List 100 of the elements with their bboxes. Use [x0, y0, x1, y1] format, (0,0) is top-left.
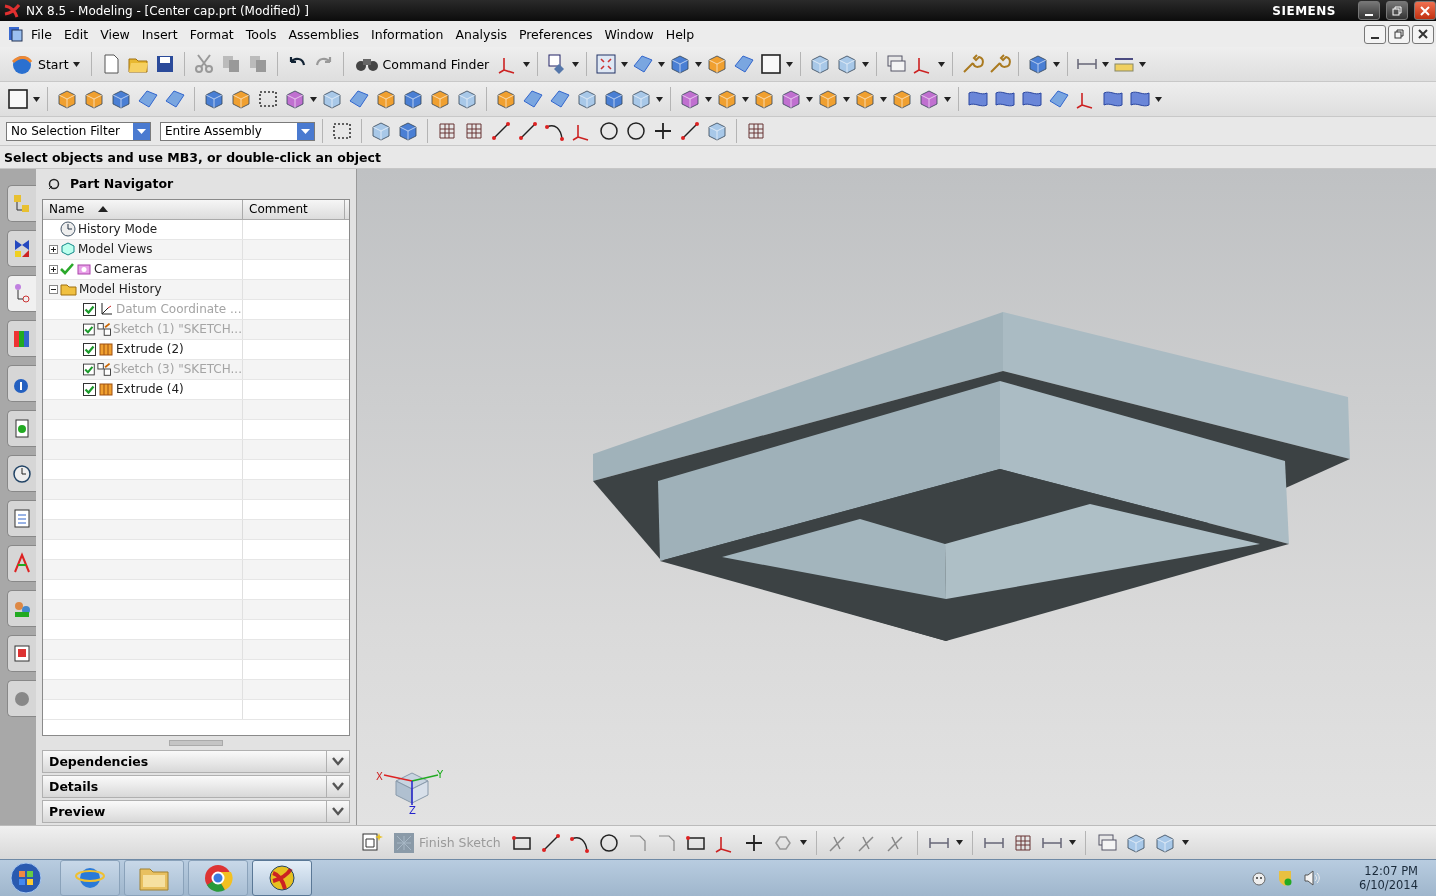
- extrude-icon: [98, 341, 114, 358]
- checkbox[interactable]: [83, 382, 96, 396]
- scope-dropdown[interactable]: Entire Assembly: [160, 121, 315, 141]
- caret-icon[interactable]: [572, 61, 580, 67]
- taskbar-app[interactable]: [188, 860, 248, 896]
- caret-icon[interactable]: [742, 96, 749, 102]
- menu-item[interactable]: Help: [660, 24, 700, 44]
- caret-icon[interactable]: [1068, 840, 1076, 845]
- circle-icon[interactable]: [624, 119, 648, 143]
- collapsible-section[interactable]: Dependencies: [42, 750, 350, 774]
- clock[interactable]: 12:07 PM 6/10/2014: [1359, 864, 1418, 892]
- caret-icon[interactable]: [656, 96, 663, 102]
- square-icon[interactable]: [6, 87, 30, 111]
- line-icon[interactable]: [489, 119, 513, 143]
- caret-icon[interactable]: [786, 61, 794, 67]
- chevron-down-icon[interactable]: [332, 807, 344, 817]
- menu-item[interactable]: Format: [184, 24, 239, 44]
- caret-icon[interactable]: [1139, 61, 1147, 67]
- resource-tab[interactable]: [7, 230, 36, 267]
- restore-button[interactable]: [1386, 1, 1408, 20]
- resource-tab[interactable]: [7, 455, 36, 492]
- resource-tab[interactable]: [7, 635, 36, 672]
- line-icon[interactable]: [516, 119, 540, 143]
- column-header[interactable]: Name: [43, 199, 243, 219]
- tree-item[interactable]: Model History: [79, 282, 162, 297]
- menu-item[interactable]: Tools: [240, 24, 282, 44]
- column-header[interactable]: Comment: [243, 199, 345, 219]
- caret-icon[interactable]: [843, 96, 850, 102]
- expand-icon[interactable]: [49, 264, 58, 274]
- caret-icon[interactable]: [955, 840, 963, 845]
- collapse-icon[interactable]: [49, 284, 58, 294]
- collapsible-section[interactable]: Details: [42, 775, 350, 799]
- caret-icon[interactable]: [310, 96, 317, 102]
- caret-icon[interactable]: [658, 61, 666, 67]
- caret-icon[interactable]: [33, 96, 40, 102]
- resource-tab[interactable]: [7, 320, 36, 357]
- check-icon[interactable]: [60, 263, 74, 276]
- caret-icon[interactable]: [862, 61, 870, 67]
- caret-icon[interactable]: [944, 96, 951, 102]
- tab-icon: [12, 416, 32, 441]
- chevron-down-icon[interactable]: [332, 757, 344, 767]
- collapsible-section[interactable]: Preview: [42, 800, 350, 823]
- tree-item[interactable]: History Mode: [78, 222, 158, 237]
- caret-icon[interactable]: [695, 61, 703, 67]
- robot-icon[interactable]: [1251, 870, 1268, 886]
- splitter-handle[interactable]: [169, 740, 223, 747]
- chevron-down-icon[interactable]: [332, 782, 344, 792]
- caret-icon[interactable]: [1102, 61, 1110, 67]
- caret-icon[interactable]: [806, 96, 813, 102]
- nx-logo-icon: [267, 863, 297, 893]
- tree-item[interactable]: Model Views: [78, 242, 153, 257]
- caret-icon[interactable]: [523, 61, 531, 67]
- command-finder-button[interactable]: Command Finder: [350, 50, 494, 78]
- selection-filter-dropdown[interactable]: No Selection Filter: [6, 121, 151, 141]
- caret-icon[interactable]: [1181, 840, 1189, 845]
- taskbar-app[interactable]: [60, 860, 120, 896]
- square-icon[interactable]: [759, 52, 784, 76]
- close-icon: [1420, 5, 1430, 16]
- restore-button[interactable]: [1388, 24, 1410, 44]
- caret-icon[interactable]: [1155, 96, 1162, 102]
- close-button[interactable]: [1414, 1, 1436, 20]
- caret-icon[interactable]: [880, 96, 887, 102]
- caret-icon[interactable]: [938, 61, 946, 67]
- menu-item[interactable]: Edit: [58, 24, 94, 44]
- taskbar-app[interactable]: [252, 860, 312, 896]
- document-icon[interactable]: [6, 25, 24, 43]
- speaker-icon[interactable]: [1303, 870, 1322, 886]
- tree-item[interactable]: Extrude (4): [116, 382, 184, 397]
- circle-icon[interactable]: [597, 119, 621, 143]
- start-button[interactable]: Start: [6, 50, 84, 78]
- cube-outline-icon: [60, 241, 76, 258]
- caret-icon[interactable]: [621, 61, 629, 67]
- menu-item[interactable]: Insert: [136, 24, 183, 44]
- menu-item[interactable]: Assemblies: [283, 24, 365, 44]
- caret-icon[interactable]: [72, 61, 80, 67]
- minimize-button[interactable]: [1358, 1, 1380, 20]
- menu-item[interactable]: File: [26, 24, 57, 44]
- menu-item[interactable]: Preferences: [513, 24, 598, 44]
- expand-icon[interactable]: [49, 244, 58, 254]
- brand-name: SIEMENS: [1272, 3, 1336, 18]
- menu-item[interactable]: Window: [599, 24, 659, 44]
- resource-tab[interactable]: [7, 410, 36, 447]
- menu-item[interactable]: Analysis: [450, 24, 512, 44]
- checkbox[interactable]: [83, 342, 96, 356]
- menu-item[interactable]: View: [95, 24, 135, 44]
- caret-icon[interactable]: [799, 840, 807, 845]
- sort-arrow-icon: [98, 206, 109, 213]
- close-button[interactable]: [1412, 24, 1434, 44]
- resource-tab[interactable]: [7, 500, 36, 537]
- minimize-icon: [1371, 37, 1379, 39]
- window-title: NX 8.5 - Modeling - [Center cap.prt (Modified) ]: [26, 3, 310, 18]
- resource-tab[interactable]: [7, 365, 36, 402]
- line-icon[interactable]: [678, 119, 702, 143]
- caret-icon[interactable]: [705, 96, 712, 102]
- fit-icon[interactable]: [594, 52, 619, 76]
- menu-item[interactable]: Information: [366, 24, 449, 44]
- caret-icon[interactable]: [1053, 61, 1061, 67]
- minimize-button[interactable]: [1364, 24, 1386, 44]
- tree-item[interactable]: Cameras: [94, 262, 148, 277]
- tree-item[interactable]: Extrude (2): [116, 342, 184, 357]
